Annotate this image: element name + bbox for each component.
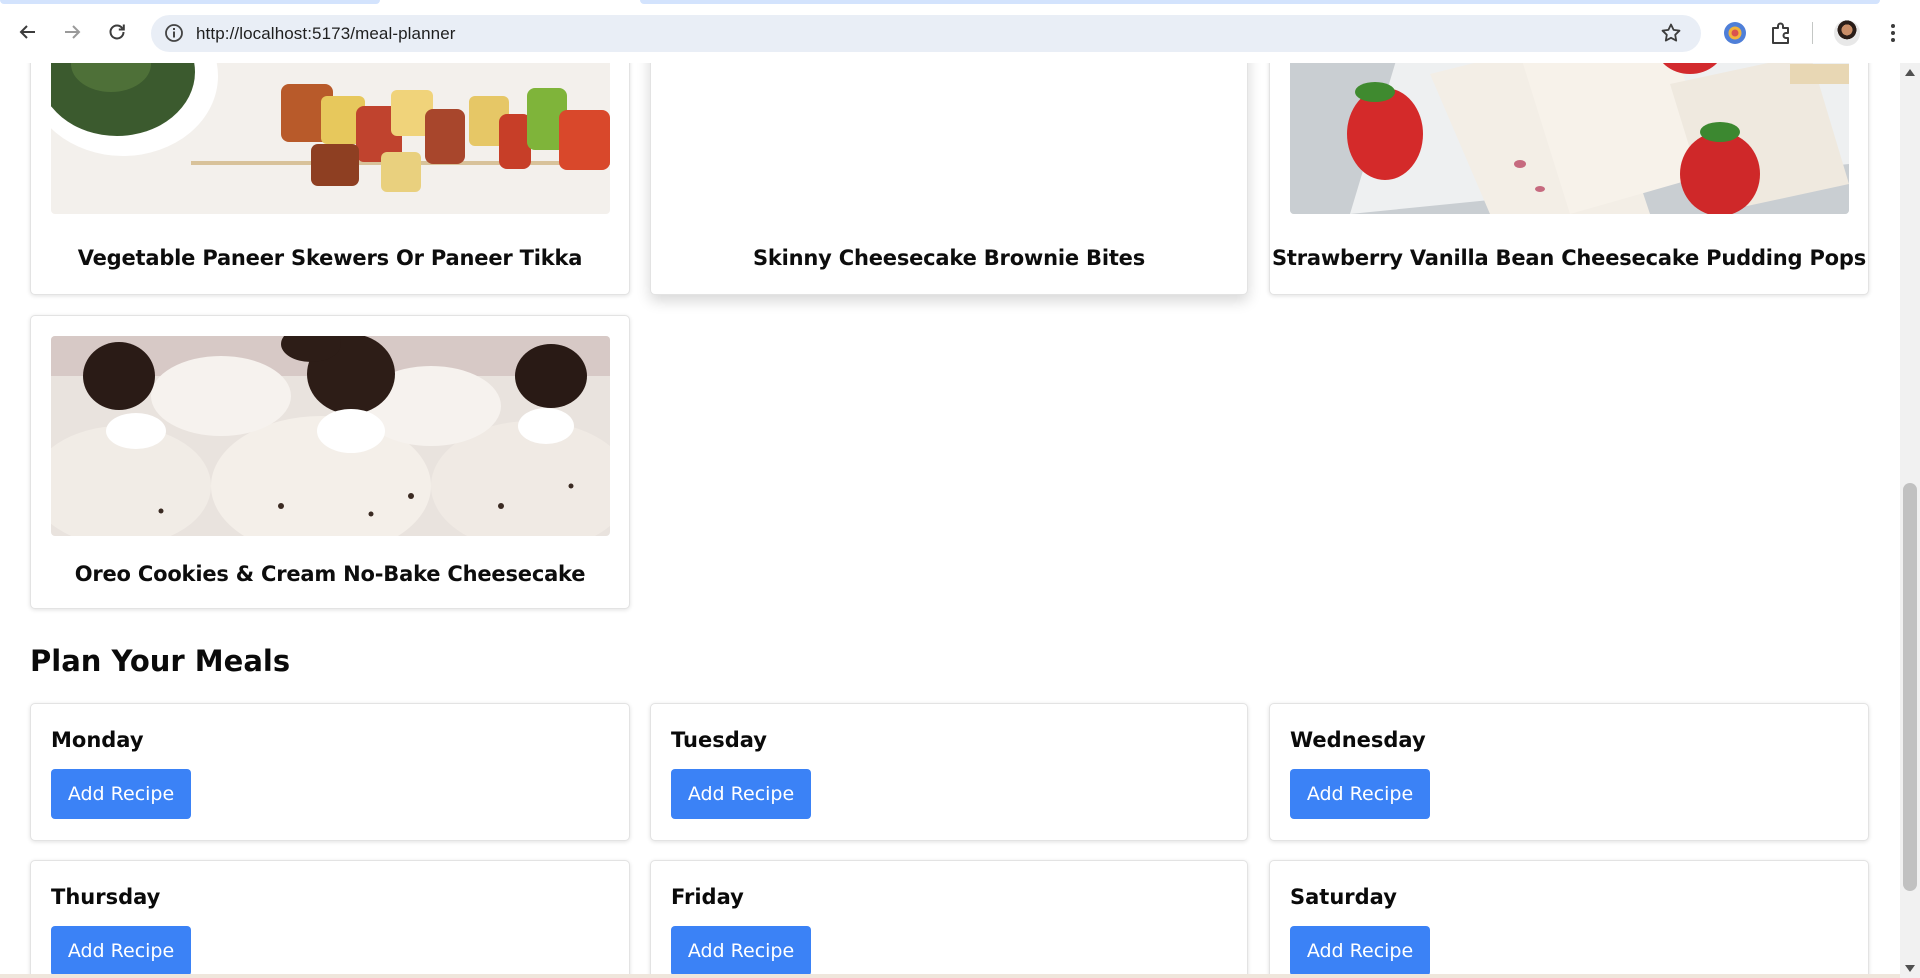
vertical-scrollbar[interactable]	[1900, 63, 1920, 978]
tab-strip-edge	[0, 0, 380, 4]
extension-icon[interactable]	[1722, 20, 1748, 46]
recipe-title: Vegetable Paneer Skewers Or Paneer Tikka	[77, 246, 583, 270]
forward-arrow-icon[interactable]	[57, 17, 87, 47]
browser-toolbar: http://localhost:5173/meal-planner	[0, 0, 1920, 63]
day-name: Saturday	[1290, 885, 1397, 909]
day-card-tuesday: Tuesday Add Recipe	[650, 703, 1248, 841]
day-name: Tuesday	[671, 728, 767, 752]
recipe-title: Skinny Cheesecake Brownie Bites	[752, 246, 1146, 270]
day-card-friday: Friday Add Recipe	[650, 860, 1248, 978]
recipe-card[interactable]: Skinny Cheesecake Brownie Bites	[650, 63, 1248, 295]
reload-icon[interactable]	[102, 17, 132, 47]
recipe-card[interactable]: Strawberry Vanilla Bean Cheesecake Puddi…	[1269, 63, 1869, 295]
add-recipe-button-friday[interactable]: Add Recipe	[671, 926, 811, 976]
recipe-title: Strawberry Vanilla Bean Cheesecake Puddi…	[1271, 246, 1867, 270]
add-recipe-button-thursday[interactable]: Add Recipe	[51, 926, 191, 976]
day-card-saturday: Saturday Add Recipe	[1269, 860, 1869, 978]
day-name: Friday	[671, 885, 744, 909]
add-recipe-button-monday[interactable]: Add Recipe	[51, 769, 191, 819]
site-info-icon[interactable]	[163, 22, 185, 44]
scroll-up-arrow-icon[interactable]	[1905, 69, 1915, 76]
day-name: Wednesday	[1290, 728, 1426, 752]
add-recipe-button-wednesday[interactable]: Add Recipe	[1290, 769, 1430, 819]
day-name: Thursday	[51, 885, 161, 909]
plan-meals-title: Plan Your Meals	[30, 644, 291, 678]
profile-avatar[interactable]	[1834, 20, 1860, 46]
address-bar[interactable]: http://localhost:5173/meal-planner	[151, 15, 1701, 52]
add-recipe-button-saturday[interactable]: Add Recipe	[1290, 926, 1430, 976]
recipe-image	[51, 63, 610, 214]
recipe-image	[1290, 63, 1849, 214]
add-recipe-button-tuesday[interactable]: Add Recipe	[671, 769, 811, 819]
day-name: Monday	[51, 728, 144, 752]
recipe-title: Oreo Cookies & Cream No-Bake Cheesecake	[74, 562, 586, 586]
back-arrow-icon[interactable]	[13, 17, 43, 47]
scrollbar-thumb[interactable]	[1903, 483, 1917, 891]
day-card-thursday: Thursday Add Recipe	[30, 860, 630, 978]
puzzle-icon[interactable]	[1768, 20, 1794, 46]
url-text[interactable]: http://localhost:5173/meal-planner	[196, 24, 456, 44]
toolbar-divider	[1812, 22, 1813, 44]
day-card-monday: Monday Add Recipe	[30, 703, 630, 841]
recipe-image	[51, 336, 610, 536]
bookmark-star-icon[interactable]	[1659, 21, 1683, 45]
tab-strip-edge	[640, 0, 1880, 4]
scroll-down-arrow-icon[interactable]	[1905, 965, 1915, 972]
more-menu-icon[interactable]	[1886, 20, 1900, 46]
recipe-card[interactable]: Oreo Cookies & Cream No-Bake Cheesecake	[30, 315, 630, 609]
recipe-card[interactable]: Vegetable Paneer Skewers Or Paneer Tikka	[30, 63, 630, 295]
window-bottom-edge	[0, 974, 1900, 978]
page-viewport: Vegetable Paneer Skewers Or Paneer Tikka…	[0, 63, 1900, 978]
day-card-wednesday: Wednesday Add Recipe	[1269, 703, 1869, 841]
